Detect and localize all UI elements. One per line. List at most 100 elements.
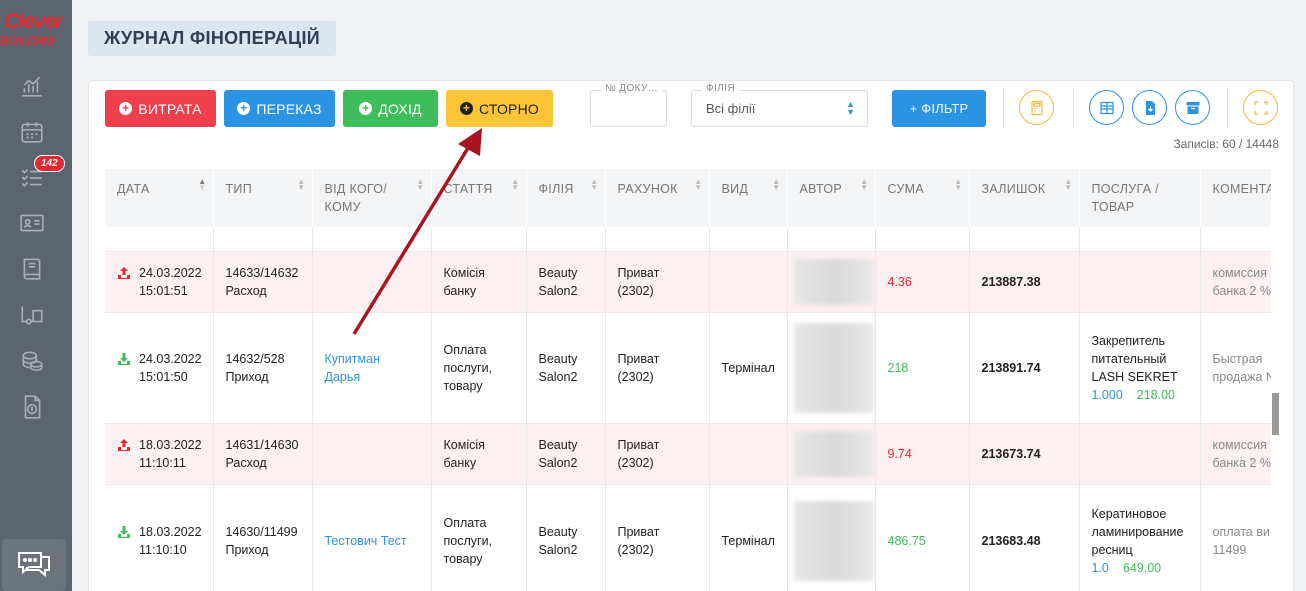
row-type-name: Расход xyxy=(225,283,267,298)
view-cell: Термінал xyxy=(709,312,788,424)
column-header-type[interactable]: ТИП ▲ ▼ xyxy=(213,169,313,227)
toolbar-divider xyxy=(1073,90,1074,127)
sort-icon: ▲ ▼ xyxy=(198,177,207,192)
column-header-label: ВИД xyxy=(721,182,749,196)
column-header-sum[interactable]: СУМА ▲ ▼ xyxy=(875,169,970,227)
balance-cell: 213891.74 xyxy=(969,312,1080,424)
branch-cell: Beauty Salon2 xyxy=(526,484,606,591)
archive-button[interactable] xyxy=(1175,90,1210,125)
sidebar: Clever BOX.CRM 142 xyxy=(0,0,72,591)
column-header-balance[interactable]: ЗАЛИШОК ▲ ▼ xyxy=(969,169,1080,227)
finance-document-icon[interactable] xyxy=(18,393,46,421)
branch-text: Beauty xyxy=(538,437,578,452)
comment-text: банка 2 % xyxy=(1212,455,1271,470)
branch-cell: Beauty Salon2 xyxy=(526,251,606,313)
income-download-icon xyxy=(118,352,130,365)
article-text: Оплата xyxy=(443,342,487,357)
column-header-article[interactable]: СТАТТЯ ▲ ▼ xyxy=(431,169,527,227)
sort-icon: ▲ ▼ xyxy=(694,177,703,192)
service-qty: 1.0 xyxy=(1091,561,1109,575)
sum-cell: 9.74 xyxy=(875,423,970,485)
finance-table: ДАТА ▲ ▼ ТИП ▲ ▼ ВІД КОГО/КОМУ ▲ ▼ СТАТТЯ ▲ ▼ ФІ… xyxy=(105,169,1271,591)
calculator-button[interactable] xyxy=(1019,90,1054,125)
columns-button[interactable] xyxy=(1089,90,1124,125)
export-button[interactable] xyxy=(1132,90,1167,125)
page-title: ЖУРНАЛ ФІНОПЕРАЦІЙ xyxy=(88,21,336,56)
row-type-number[interactable]: 14630/11499 xyxy=(226,525,298,539)
fullscreen-button[interactable] xyxy=(1243,90,1278,125)
sort-icon: ▲ ▼ xyxy=(297,177,306,192)
analytics-icon[interactable] xyxy=(18,72,46,100)
type-cell: 14633/14632 Расход xyxy=(213,251,313,313)
row-type-number[interactable]: 14631/14630 xyxy=(226,438,299,452)
fullscreen-icon xyxy=(1253,100,1268,115)
article-cell: Оплата послуги, товару xyxy=(431,484,527,591)
column-header-view[interactable]: ВИД ▲ ▼ xyxy=(709,169,788,227)
row-time: 15:01:51 xyxy=(139,283,188,298)
article-text: товару xyxy=(443,552,483,566)
brand-logo[interactable]: Clever BOX.CRM xyxy=(0,8,72,58)
branch-text: Beauty xyxy=(538,525,578,539)
add-income-button[interactable]: + ДОХІД xyxy=(343,90,438,127)
branch-text: Salon2 xyxy=(538,455,578,470)
finance-journal-card: + ВИТРАТА + ПЕРЕКАЗ + ДОХІД + СТОРНО № Д… xyxy=(88,80,1294,591)
service-cell: Закрепитель питательный LASH SEKRET 1.000 21… xyxy=(1079,312,1201,424)
service-cell: Кератиновое ламинирование ресниц 1.0 649.00 xyxy=(1079,484,1201,591)
document-number-label: № ДОКУ… xyxy=(601,83,663,94)
select-arrows-icon: ▲ ▼ xyxy=(846,99,855,117)
plus-circle-icon: + xyxy=(237,102,251,115)
account-text: Приват xyxy=(617,351,660,366)
author-blurred xyxy=(793,322,874,413)
calendar-icon[interactable] xyxy=(18,118,46,146)
author-blurred xyxy=(793,430,874,477)
add-income-label: ДОХІД xyxy=(378,100,422,117)
coins-icon[interactable] xyxy=(18,347,46,375)
plus-circle-icon: + xyxy=(359,102,373,115)
add-storno-button[interactable]: + СТОРНО xyxy=(446,90,553,127)
filter-button[interactable]: + ФІЛЬТР xyxy=(892,90,986,127)
party-link[interactable]: Дарья xyxy=(325,370,361,384)
account-cell: Приват (2302) xyxy=(605,423,710,485)
column-header-label: СТАТТЯ xyxy=(443,182,493,196)
column-header-party[interactable]: ВІД КОГО/КОМУ ▲ ▼ xyxy=(312,169,432,227)
author-blurred xyxy=(793,501,874,581)
table-spacer-row xyxy=(105,227,1271,252)
column-header-author[interactable]: АВТОР ▲ ▼ xyxy=(787,169,876,227)
column-header-date[interactable]: ДАТА ▲ ▼ xyxy=(105,169,214,227)
branch-select[interactable]: ФІЛІЯ Всі філії ▲ ▼ xyxy=(691,83,868,127)
table-row[interactable]: 18.03.2022 11:10:11 14631/14630 Расход Ко… xyxy=(105,423,1271,485)
account-text: Приват xyxy=(617,265,660,280)
column-header-comment[interactable]: КОМЕНТАР xyxy=(1200,169,1271,227)
party-link[interactable]: Тестович Тест xyxy=(325,534,407,548)
table-row[interactable]: 24.03.2022 15:01:51 14633/14632 Расход Ко… xyxy=(105,251,1271,313)
column-header-account[interactable]: РАХУНОК ▲ ▼ xyxy=(605,169,710,227)
document-number-field[interactable]: № ДОКУ… xyxy=(590,83,667,127)
article-text: банку xyxy=(443,455,477,470)
author-cell xyxy=(787,484,876,591)
sort-icon: ▲ ▼ xyxy=(511,177,520,192)
add-expense-button[interactable]: + ВИТРАТА xyxy=(105,90,216,127)
table-scrollbar-thumb[interactable] xyxy=(1272,393,1279,435)
add-transfer-button[interactable]: + ПЕРЕКАЗ xyxy=(224,90,335,127)
sum-cell: 218 xyxy=(875,312,970,424)
party-link[interactable]: Купитман xyxy=(325,352,380,366)
book-icon[interactable] xyxy=(18,255,46,283)
row-type-number[interactable]: 14632/528 xyxy=(226,352,285,366)
column-header-label: ТИП xyxy=(225,182,253,196)
add-storno-label: СТОРНО xyxy=(479,100,539,117)
contacts-card-icon[interactable] xyxy=(18,209,46,237)
column-header-service[interactable]: ПОСЛУГА / ТОВАР xyxy=(1079,169,1201,227)
comment-cell: Быстрая продажа № xyxy=(1200,312,1271,424)
chat-button[interactable] xyxy=(2,539,66,591)
service-cell xyxy=(1079,423,1201,485)
table-row[interactable]: 24.03.2022 15:01:50 14632/528 Приход Купи… xyxy=(105,312,1271,424)
records-count: Записів: 60 / 14448 xyxy=(1173,137,1279,151)
column-header-branch[interactable]: ФІЛІЯ ▲ ▼ xyxy=(526,169,606,227)
warehouse-icon[interactable] xyxy=(18,301,46,329)
column-header-label: ЗАЛИШОК xyxy=(981,182,1046,196)
table-row[interactable]: 18.03.2022 11:10:10 14630/11499 Приход Те… xyxy=(105,484,1271,591)
archive-icon xyxy=(1186,101,1199,114)
row-type-number[interactable]: 14633/14632 xyxy=(226,266,299,280)
author-cell xyxy=(787,423,876,485)
comment-text: 11499 xyxy=(1212,543,1247,557)
